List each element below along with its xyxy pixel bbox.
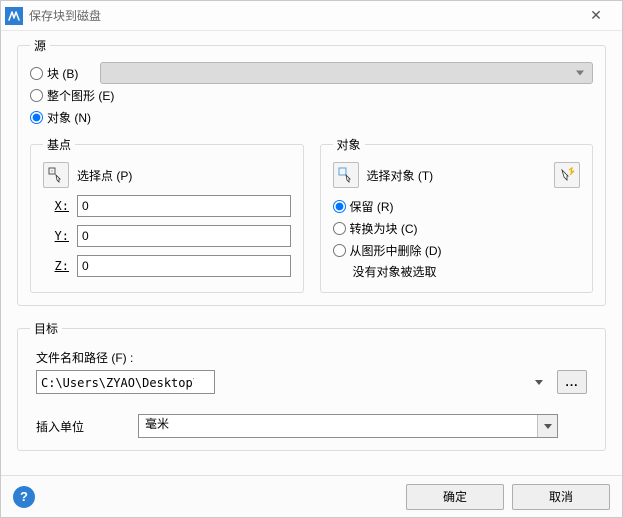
destination-group: 目标 文件名和路径 (F) : ... 插入单位 毫米 — [17, 320, 606, 451]
z-input[interactable] — [77, 255, 291, 277]
pick-point-icon — [48, 167, 64, 183]
dialog-footer: ? 确定 取消 — [1, 475, 622, 517]
titlebar: 保存块到磁盘 ✕ — [1, 1, 622, 31]
x-input[interactable] — [77, 195, 291, 217]
quick-select-button[interactable] — [554, 162, 580, 188]
radio-convert[interactable] — [333, 222, 346, 235]
ok-button-label: 确定 — [443, 488, 467, 505]
z-label: Z: — [43, 259, 69, 273]
select-objects-icon — [338, 167, 354, 183]
cancel-button-label: 取消 — [549, 488, 573, 505]
unit-label: 插入单位 — [36, 418, 126, 435]
unit-select-value: 毫米 — [145, 417, 169, 431]
close-icon[interactable]: ✕ — [576, 7, 616, 24]
help-icon: ? — [20, 489, 28, 504]
radio-objects[interactable] — [30, 111, 43, 124]
pick-point-button[interactable] — [43, 162, 69, 188]
quick-select-icon — [559, 167, 575, 183]
source-group: 源 块 (B) 整个图形 (E) 对象 (N) 基点 — [17, 37, 606, 306]
x-label: X: — [43, 199, 69, 213]
select-objects-label: 选择对象 (T) — [367, 167, 434, 184]
radio-whole-drawing[interactable] — [30, 89, 43, 102]
radio-delete[interactable] — [333, 244, 346, 257]
source-legend: 源 — [30, 37, 50, 54]
radio-retain[interactable] — [333, 200, 346, 213]
window-title: 保存块到磁盘 — [29, 7, 576, 24]
unit-select[interactable]: 毫米 — [138, 414, 558, 438]
select-objects-button[interactable] — [333, 162, 359, 188]
help-button[interactable]: ? — [13, 486, 35, 508]
path-input[interactable] — [36, 370, 215, 394]
path-label: 文件名和路径 (F) : — [36, 349, 593, 366]
pick-point-label: 选择点 (P) — [77, 167, 132, 184]
ok-button[interactable]: 确定 — [406, 484, 504, 510]
basepoint-legend: 基点 — [43, 136, 75, 153]
objects-group: 对象 选择对象 (T) — [320, 136, 594, 293]
radio-convert-label: 转换为块 (C) — [350, 220, 418, 237]
radio-block-label: 块 (B) — [47, 65, 78, 82]
no-objects-selected-label: 没有对象被选取 — [353, 263, 581, 280]
browse-button[interactable]: ... — [557, 370, 587, 394]
basepoint-group: 基点 选择点 (P) X: Y: — [30, 136, 304, 293]
radio-whole-drawing-label: 整个图形 (E) — [47, 87, 114, 104]
unit-dropdown-button[interactable] — [537, 415, 557, 437]
browse-button-label: ... — [565, 375, 578, 389]
radio-objects-label: 对象 (N) — [47, 109, 91, 126]
app-icon — [5, 7, 23, 25]
y-label: Y: — [43, 229, 69, 243]
cancel-button[interactable]: 取消 — [512, 484, 610, 510]
objects-legend: 对象 — [333, 136, 365, 153]
radio-retain-label: 保留 (R) — [350, 198, 394, 215]
destination-legend: 目标 — [30, 320, 62, 337]
block-name-dropdown[interactable] — [100, 62, 593, 84]
y-input[interactable] — [77, 225, 291, 247]
radio-block[interactable] — [30, 67, 43, 80]
path-dropdown-button[interactable] — [530, 371, 548, 393]
radio-delete-label: 从图形中删除 (D) — [350, 242, 442, 259]
